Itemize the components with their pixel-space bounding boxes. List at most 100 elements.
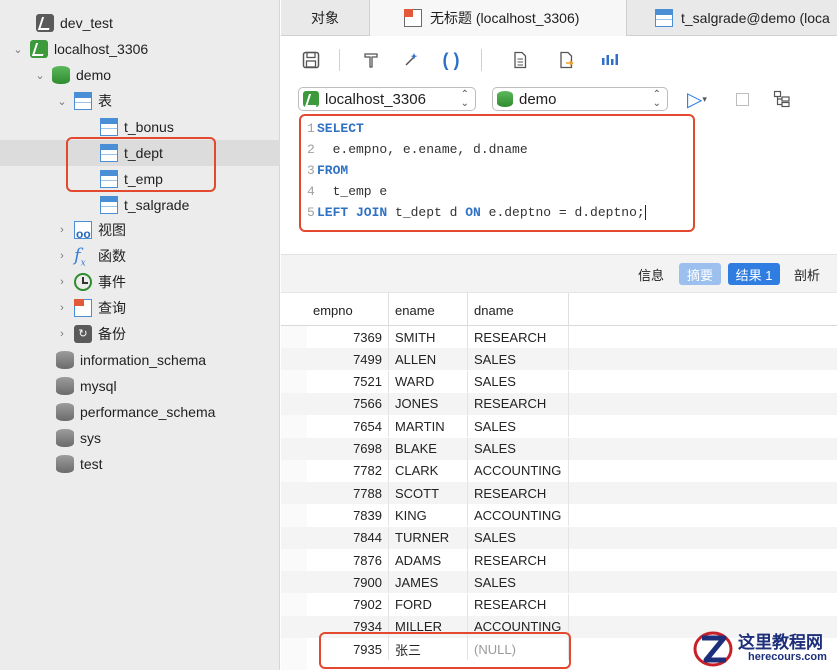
table-cell-dname[interactable]: SALES <box>468 370 569 393</box>
chevron-right-icon[interactable]: › <box>56 224 68 236</box>
table-cell-ename[interactable]: BLAKE <box>389 437 468 460</box>
table-cell-empno[interactable]: 7844 <box>307 526 389 549</box>
tree-item-functions[interactable]: › fx 函数 <box>0 243 280 269</box>
table-cell-empno[interactable]: 7934 <box>307 615 389 638</box>
table-row[interactable]: 7902 FORD RESEARCH <box>281 593 837 616</box>
table-cell-dname[interactable]: RESEARCH <box>468 482 569 505</box>
query-builder-icon[interactable] <box>358 47 384 73</box>
table-cell-empno[interactable]: 7788 <box>307 482 389 505</box>
tree-item-information-schema[interactable]: information_schema <box>0 347 280 373</box>
table-cell-empno[interactable]: 7782 <box>307 459 389 482</box>
table-cell-empno[interactable]: 7900 <box>307 571 389 594</box>
table-row[interactable]: 7566 JONES RESEARCH <box>281 392 837 415</box>
tab-info[interactable]: 信息 <box>633 263 669 285</box>
table-cell-dname[interactable]: (NULL) <box>468 638 569 661</box>
table-cell-ename[interactable]: TURNER <box>389 526 468 549</box>
table-row[interactable]: 7839 KING ACCOUNTING <box>281 504 837 527</box>
table-cell-dname[interactable]: ACCOUNTING <box>468 615 569 638</box>
table-cell-ename[interactable]: MARTIN <box>389 415 468 438</box>
table-cell-ename[interactable]: KING <box>389 504 468 527</box>
run-icon[interactable]: ▷ ▾ <box>684 86 710 112</box>
table-cell-empno[interactable]: 7521 <box>307 370 389 393</box>
table-cell-ename[interactable]: SCOTT <box>389 482 468 505</box>
tab-t-salgrade[interactable]: t_salgrade@demo (loca <box>627 0 837 36</box>
table-cell-empno[interactable]: 7654 <box>307 415 389 438</box>
table-cell-dname[interactable]: ACCOUNTING <box>468 459 569 482</box>
chevron-right-icon[interactable]: › <box>56 328 68 340</box>
table-cell-dname[interactable]: SALES <box>468 526 569 549</box>
connection-select[interactable]: localhost_3306 ⌃ ⌄ <box>298 87 476 111</box>
tree-item-mysql[interactable]: mysql <box>0 373 280 399</box>
tree-item-t-dept[interactable]: t_dept <box>0 140 280 166</box>
table-cell-dname[interactable]: SALES <box>468 571 569 594</box>
table-cell-dname[interactable]: RESEARCH <box>468 392 569 415</box>
tree-item-t-salgrade[interactable]: t_salgrade <box>0 192 280 218</box>
table-row[interactable]: 7900 JAMES SALES <box>281 571 837 594</box>
chevron-right-icon[interactable]: › <box>56 276 68 288</box>
export-result-icon[interactable] <box>553 47 579 73</box>
text-document-icon[interactable] <box>507 47 533 73</box>
column-header-dname[interactable]: dname <box>468 293 569 327</box>
table-cell-dname[interactable]: RESEARCH <box>468 326 569 348</box>
table-cell-ename[interactable]: ADAMS <box>389 549 468 571</box>
table-cell-empno[interactable]: 7566 <box>307 392 389 415</box>
explain-icon[interactable] <box>769 86 795 112</box>
table-cell-dname[interactable]: RESEARCH <box>468 549 569 571</box>
table-row[interactable]: 7788 SCOTT RESEARCH <box>281 482 837 505</box>
tab-profile[interactable]: 剖析 <box>789 263 825 285</box>
table-cell-ename[interactable]: WARD <box>389 370 468 393</box>
tree-item-t-bonus[interactable]: t_bonus <box>0 114 280 140</box>
code-snippet-icon[interactable]: ( ) <box>438 47 464 73</box>
sql-editor[interactable]: 1 SELECT 2 e.empno, e.ename, d.dname 3 F… <box>281 114 837 254</box>
chevron-down-icon[interactable]: ⌄ <box>34 69 46 82</box>
table-cell-dname[interactable]: ACCOUNTING <box>468 504 569 527</box>
tree-item-t-emp[interactable]: t_emp <box>0 166 280 192</box>
table-row[interactable]: 7369 SMITH RESEARCH <box>281 326 837 348</box>
table-row[interactable]: 7876 ADAMS RESEARCH <box>281 549 837 571</box>
tree-item-sys[interactable]: sys <box>0 425 280 451</box>
tree-item-dev-test[interactable]: dev_test <box>0 10 280 36</box>
table-cell-ename[interactable]: 张三 <box>389 638 468 661</box>
table-cell-dname[interactable]: SALES <box>468 348 569 371</box>
table-row[interactable]: 7521 WARD SALES <box>281 370 837 393</box>
tree-item-queries[interactable]: › 查询 <box>0 295 280 321</box>
database-select[interactable]: demo ⌃ ⌄ <box>492 87 668 111</box>
table-row[interactable]: 7698 BLAKE SALES <box>281 437 837 460</box>
table-cell-dname[interactable]: SALES <box>468 437 569 460</box>
table-cell-empno[interactable]: 7902 <box>307 593 389 616</box>
tab-untitled-query[interactable]: 无标题 (localhost_3306) <box>369 0 627 36</box>
table-cell-empno[interactable]: 7698 <box>307 437 389 460</box>
table-cell-empno[interactable]: 7935 <box>307 638 389 661</box>
stop-icon[interactable] <box>729 86 755 112</box>
table-cell-empno[interactable]: 7839 <box>307 504 389 527</box>
chevron-right-icon[interactable]: › <box>56 302 68 314</box>
table-cell-dname[interactable]: RESEARCH <box>468 593 569 616</box>
explain-chart-icon[interactable] <box>597 47 623 73</box>
beautify-sql-icon[interactable] <box>398 47 424 73</box>
tree-item-backups[interactable]: › ↻ 备份 <box>0 321 280 347</box>
result-grid[interactable]: empno ename dname 7369 SMITH RESEARCH 7499 A… <box>281 292 837 670</box>
table-cell-ename[interactable]: JAMES <box>389 571 468 594</box>
tree-item-events[interactable]: › 事件 <box>0 269 280 295</box>
table-cell-ename[interactable]: CLARK <box>389 459 468 482</box>
tree-item-demo[interactable]: ⌄ demo <box>0 62 280 88</box>
table-cell-dname[interactable]: SALES <box>468 415 569 438</box>
table-cell-empno[interactable]: 7876 <box>307 549 389 571</box>
table-cell-ename[interactable]: FORD <box>389 593 468 616</box>
table-cell-empno[interactable]: 7369 <box>307 326 389 348</box>
tree-item-localhost-3306[interactable]: ⌄ localhost_3306 <box>0 36 280 62</box>
table-cell-ename[interactable]: ALLEN <box>389 348 468 371</box>
table-row[interactable]: 7499 ALLEN SALES <box>281 348 837 371</box>
save-icon[interactable] <box>298 47 324 73</box>
table-cell-ename[interactable]: MILLER <box>389 615 468 638</box>
table-cell-ename[interactable]: SMITH <box>389 326 468 348</box>
tree-item-test[interactable]: test <box>0 451 280 477</box>
table-row[interactable]: 7782 CLARK ACCOUNTING <box>281 459 837 482</box>
column-header-empno[interactable]: empno <box>307 293 389 327</box>
table-cell-ename[interactable]: JONES <box>389 392 468 415</box>
tree-item-views[interactable]: › 视图 <box>0 217 280 243</box>
tree-item-tables[interactable]: ⌄ 表 <box>0 88 280 114</box>
tab-objects[interactable]: 对象 <box>281 0 369 36</box>
tree-item-performance-schema[interactable]: performance_schema <box>0 399 280 425</box>
tab-result-1[interactable]: 结果 1 <box>728 263 780 285</box>
